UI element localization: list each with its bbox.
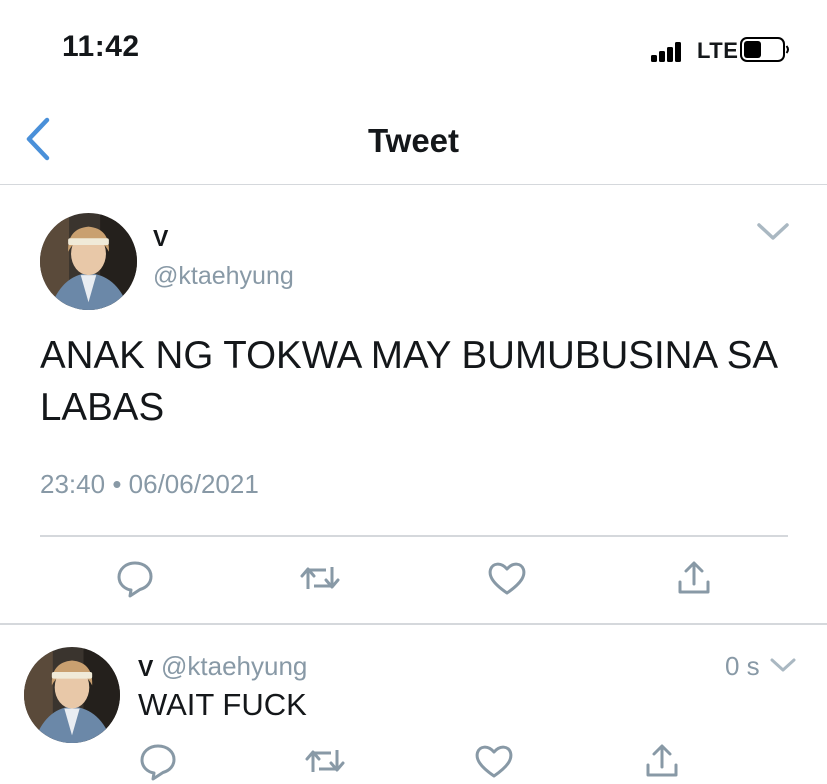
- avatar[interactable]: [40, 213, 137, 310]
- like-button[interactable]: [485, 556, 529, 600]
- user-handle[interactable]: @ktaehyung: [153, 262, 294, 291]
- share-icon: [646, 744, 678, 777]
- share-button[interactable]: [672, 556, 716, 600]
- share-icon: [678, 561, 710, 594]
- divider: [40, 535, 788, 537]
- retweet-icon: [300, 567, 340, 589]
- reply-share-button[interactable]: [640, 739, 684, 783]
- reply-retweet-button[interactable]: [303, 739, 347, 783]
- battery-icon: [740, 37, 790, 62]
- reply-avatar[interactable]: [24, 647, 120, 743]
- tweet-time: 23:40: [40, 469, 106, 499]
- tweet-date: 06/06/2021: [128, 469, 259, 499]
- reply-display-name[interactable]: V: [138, 655, 153, 682]
- reply-reply-button[interactable]: [136, 739, 180, 783]
- reply-button[interactable]: [113, 556, 157, 600]
- reply-chevron-down-icon[interactable]: [769, 657, 797, 674]
- signal-strength-icon: [651, 40, 689, 62]
- page-title: Tweet: [367, 122, 460, 159]
- reply-age: 0 s: [725, 651, 760, 681]
- tweet-text: ANAK NG TOKWA MAY BUMUBUSINA SA LABAS: [40, 334, 776, 429]
- status-time: 11:42: [62, 30, 140, 63]
- tweet-timestamp: 23:40 • 06/06/2021: [40, 469, 259, 500]
- retweet-icon: [305, 750, 345, 772]
- nav-bar: Tweet: [0, 96, 827, 185]
- retweet-button[interactable]: [298, 556, 342, 600]
- like-icon: [488, 562, 526, 595]
- reply-text: WAIT FUCK: [138, 687, 307, 722]
- section-divider: [0, 623, 827, 625]
- reply-icon: [117, 561, 153, 598]
- status-bar: 11:42 LTE: [0, 0, 827, 96]
- network-type: LTE: [697, 38, 739, 63]
- like-icon: [475, 745, 513, 778]
- reply-icon: [140, 744, 176, 781]
- meta-separator: •: [112, 469, 122, 499]
- display-name[interactable]: V: [153, 225, 168, 252]
- chevron-down-icon[interactable]: [756, 222, 790, 242]
- reply-like-button[interactable]: [472, 739, 516, 783]
- reply-user-handle[interactable]: @ktaehyung: [161, 651, 307, 682]
